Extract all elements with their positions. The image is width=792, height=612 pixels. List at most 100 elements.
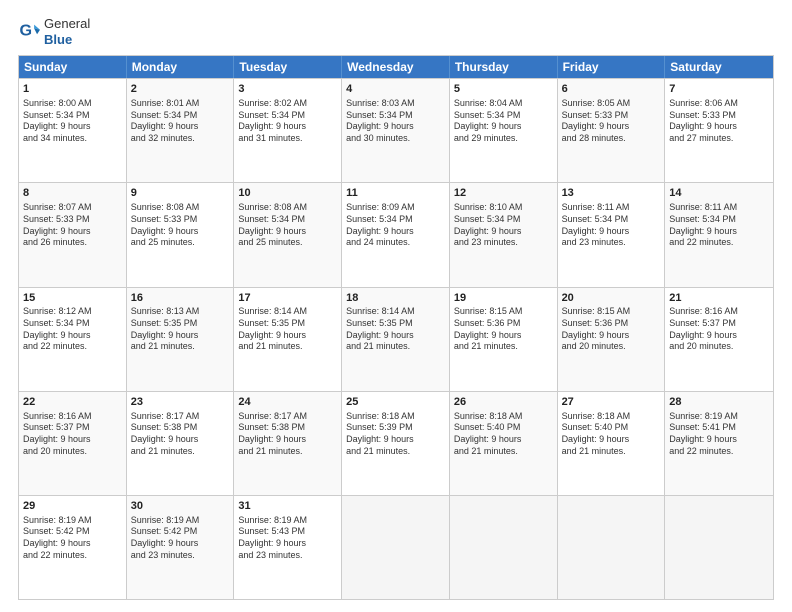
info-line: Sunrise: 8:01 AM [131,98,200,108]
info-line: Daylight: 9 hours [562,330,630,340]
info-line: and 22 minutes. [23,341,87,351]
cell-info: Sunrise: 8:17 AMSunset: 5:38 PMDaylight:… [238,411,337,458]
info-line: Daylight: 9 hours [562,121,630,131]
table-row: 4Sunrise: 8:03 AMSunset: 5:34 PMDaylight… [342,79,450,182]
info-line: Sunrise: 8:03 AM [346,98,415,108]
table-row: 15Sunrise: 8:12 AMSunset: 5:34 PMDayligh… [19,288,127,391]
col-sunday: Sunday [19,56,127,78]
info-line: and 34 minutes. [23,133,87,143]
day-number: 14 [669,186,769,201]
day-number: 4 [346,82,445,97]
info-line: Sunset: 5:34 PM [23,110,90,120]
info-line: Sunrise: 8:09 AM [346,202,415,212]
week-row-5: 29Sunrise: 8:19 AMSunset: 5:42 PMDayligh… [19,495,773,599]
cell-info: Sunrise: 8:13 AMSunset: 5:35 PMDaylight:… [131,306,230,353]
info-line: Sunrise: 8:10 AM [454,202,523,212]
day-number: 21 [669,291,769,306]
day-number: 31 [238,499,337,514]
info-line: and 31 minutes. [238,133,302,143]
info-line: Sunrise: 8:18 AM [346,411,415,421]
info-line: and 23 minutes. [562,237,626,247]
info-line: and 32 minutes. [131,133,195,143]
info-line: Sunset: 5:39 PM [346,422,413,432]
info-line: and 25 minutes. [238,237,302,247]
info-line: and 23 minutes. [454,237,518,247]
info-line: Sunrise: 8:17 AM [131,411,200,421]
info-line: Sunset: 5:38 PM [131,422,198,432]
info-line: Sunrise: 8:18 AM [454,411,523,421]
info-line: and 24 minutes. [346,237,410,247]
logo-general: General [44,16,90,32]
info-line: Sunset: 5:33 PM [23,214,90,224]
table-row: 1Sunrise: 8:00 AMSunset: 5:34 PMDaylight… [19,79,127,182]
day-number: 19 [454,291,553,306]
info-line: Daylight: 9 hours [131,434,199,444]
info-line: Daylight: 9 hours [346,434,414,444]
info-line: Sunrise: 8:06 AM [669,98,738,108]
info-line: Daylight: 9 hours [238,121,306,131]
info-line: Daylight: 9 hours [669,226,737,236]
logo-icon: G [18,21,40,43]
cell-info: Sunrise: 8:14 AMSunset: 5:35 PMDaylight:… [238,306,337,353]
table-row [450,496,558,599]
info-line: Sunset: 5:34 PM [346,214,413,224]
info-line: Daylight: 9 hours [23,434,91,444]
info-line: Daylight: 9 hours [454,121,522,131]
table-row: 27Sunrise: 8:18 AMSunset: 5:40 PMDayligh… [558,392,666,495]
info-line: and 21 minutes. [454,446,518,456]
day-number: 11 [346,186,445,201]
cell-info: Sunrise: 8:11 AMSunset: 5:34 PMDaylight:… [669,202,769,249]
day-number: 16 [131,291,230,306]
info-line: and 22 minutes. [669,446,733,456]
info-line: Sunset: 5:36 PM [454,318,521,328]
cell-info: Sunrise: 8:07 AMSunset: 5:33 PMDaylight:… [23,202,122,249]
info-line: and 20 minutes. [23,446,87,456]
day-number: 15 [23,291,122,306]
info-line: and 22 minutes. [669,237,733,247]
info-line: Daylight: 9 hours [131,330,199,340]
cell-info: Sunrise: 8:08 AMSunset: 5:33 PMDaylight:… [131,202,230,249]
day-number: 7 [669,82,769,97]
day-number: 1 [23,82,122,97]
table-row [665,496,773,599]
info-line: and 23 minutes. [131,550,195,560]
info-line: and 21 minutes. [346,341,410,351]
cell-info: Sunrise: 8:05 AMSunset: 5:33 PMDaylight:… [562,98,661,145]
info-line: Sunrise: 8:05 AM [562,98,631,108]
info-line: Sunrise: 8:16 AM [669,306,738,316]
day-number: 9 [131,186,230,201]
day-number: 17 [238,291,337,306]
info-line: and 21 minutes. [454,341,518,351]
table-row: 11Sunrise: 8:09 AMSunset: 5:34 PMDayligh… [342,183,450,286]
info-line: and 23 minutes. [238,550,302,560]
table-row: 10Sunrise: 8:08 AMSunset: 5:34 PMDayligh… [234,183,342,286]
cell-info: Sunrise: 8:18 AMSunset: 5:40 PMDaylight:… [454,411,553,458]
info-line: Sunset: 5:33 PM [669,110,736,120]
info-line: Sunrise: 8:18 AM [562,411,631,421]
day-number: 2 [131,82,230,97]
info-line: Daylight: 9 hours [454,434,522,444]
table-row: 30Sunrise: 8:19 AMSunset: 5:42 PMDayligh… [127,496,235,599]
table-row: 24Sunrise: 8:17 AMSunset: 5:38 PMDayligh… [234,392,342,495]
logo-blue: Blue [44,32,90,48]
info-line: Sunset: 5:34 PM [562,214,629,224]
table-row: 16Sunrise: 8:13 AMSunset: 5:35 PMDayligh… [127,288,235,391]
day-number: 5 [454,82,553,97]
info-line: and 21 minutes. [562,446,626,456]
cell-info: Sunrise: 8:19 AMSunset: 5:43 PMDaylight:… [238,515,337,562]
table-row: 3Sunrise: 8:02 AMSunset: 5:34 PMDaylight… [234,79,342,182]
cell-info: Sunrise: 8:19 AMSunset: 5:41 PMDaylight:… [669,411,769,458]
cell-info: Sunrise: 8:02 AMSunset: 5:34 PMDaylight:… [238,98,337,145]
info-line: and 20 minutes. [562,341,626,351]
info-line: Sunrise: 8:15 AM [562,306,631,316]
info-line: Sunrise: 8:14 AM [346,306,415,316]
info-line: Sunset: 5:42 PM [23,526,90,536]
info-line: and 25 minutes. [131,237,195,247]
info-line: Daylight: 9 hours [238,538,306,548]
day-number: 3 [238,82,337,97]
info-line: Sunset: 5:41 PM [669,422,736,432]
info-line: Sunrise: 8:04 AM [454,98,523,108]
info-line: Sunset: 5:35 PM [346,318,413,328]
info-line: Sunrise: 8:19 AM [238,515,307,525]
day-number: 20 [562,291,661,306]
